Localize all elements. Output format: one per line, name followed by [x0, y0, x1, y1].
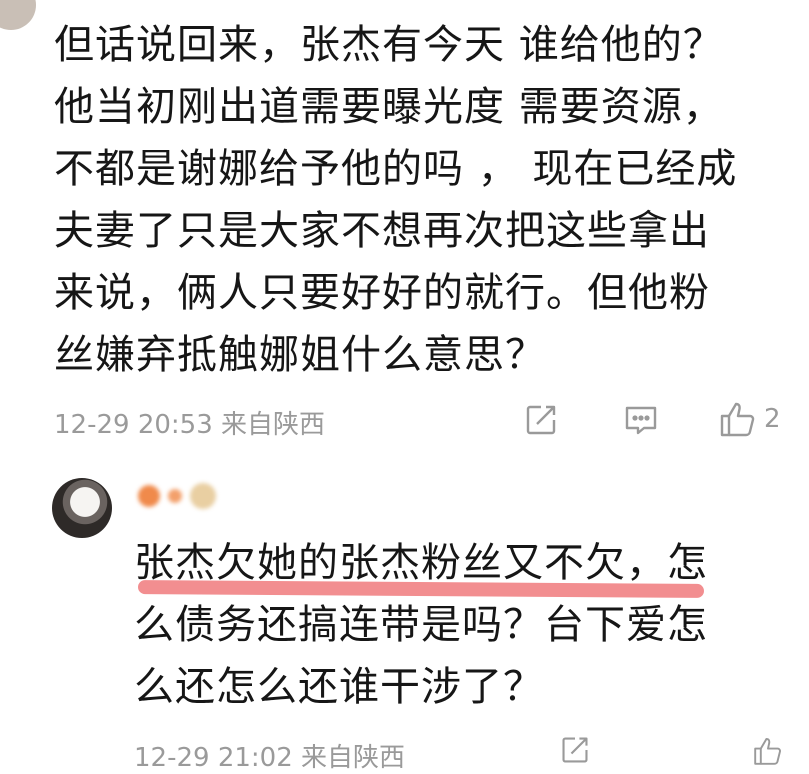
share-icon: [560, 735, 590, 765]
comment-timestamp: 12-29 20:53: [54, 410, 213, 440]
like-icon: [718, 399, 758, 439]
comment-line: 丝嫌弃抵触娜姐什么意思？: [54, 332, 546, 378]
comment-line: 来说，俩人只要好好的就行。但他粉: [54, 270, 710, 316]
share-button[interactable]: [524, 403, 558, 437]
share-icon: [524, 403, 558, 437]
comment-body: 但话说回来，张杰有今天 谁给他的？ 他当初刚出道需要曝光度 需要资源， 不都是谢…: [54, 14, 774, 386]
reply-meta: 12-29 21:02 来自陕西: [134, 737, 405, 774]
reply-line: 么债务还搞连带是吗？台下爱怎: [134, 602, 708, 648]
comment-location: 来自陕西: [221, 410, 326, 440]
commenter-avatar[interactable]: [0, 0, 36, 30]
reply-username-blurred[interactable]: [138, 478, 258, 514]
comment-line: 他当初刚出道需要曝光度 需要资源，: [54, 84, 724, 130]
comment-line: 不都是谢娜给予他的吗 ， 现在已经成: [54, 146, 738, 192]
reply-timestamp: 12-29 21:02: [134, 743, 293, 773]
like-count: 2: [764, 404, 781, 434]
reply-line: 张杰欠她的张杰粉丝又不欠，怎: [134, 532, 774, 598]
comment-line: 但话说回来，张杰有今天 谁给他的？: [54, 22, 724, 68]
reply-button[interactable]: [623, 403, 659, 437]
reply-avatar[interactable]: [52, 478, 112, 538]
reply-like-button[interactable]: [752, 735, 784, 767]
reply-body: 张杰欠她的张杰粉丝又不欠，怎 么债务还搞连带是吗？台下爱怎 么还怎么还谁干涉了？: [134, 532, 774, 718]
comment-thread: 但话说回来，张杰有今天 谁给他的？ 他当初刚出道需要曝光度 需要资源， 不都是谢…: [0, 0, 809, 774]
reply-share-button[interactable]: [560, 735, 590, 765]
comment-line: 夫妻了只是大家不想再次把这些拿出: [54, 208, 710, 254]
reply-line: 么还怎么还谁干涉了？: [134, 664, 544, 710]
like-icon: [752, 735, 784, 767]
like-button[interactable]: 2: [718, 399, 781, 439]
comment-icon: [623, 403, 659, 437]
comment-meta: 12-29 20:53 来自陕西: [54, 404, 325, 441]
reply-location: 来自陕西: [301, 743, 406, 773]
